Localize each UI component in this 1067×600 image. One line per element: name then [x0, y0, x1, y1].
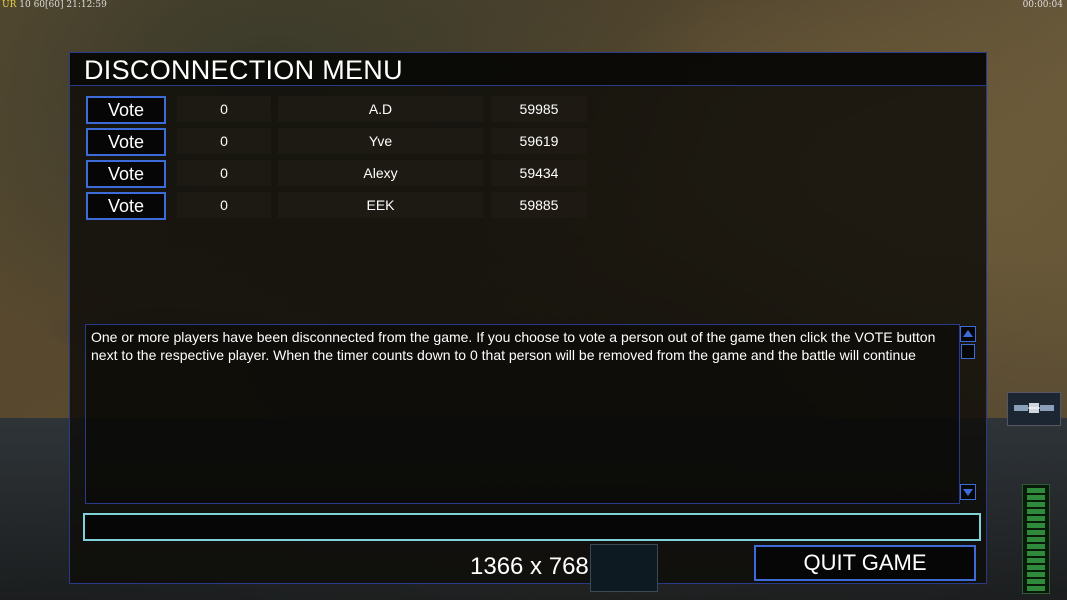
dialog-title: DISCONNECTION MENU — [84, 55, 403, 85]
player-timer: 59885 — [491, 192, 587, 218]
scroll-thumb[interactable] — [961, 344, 975, 359]
scroll-down-icon[interactable] — [960, 484, 976, 500]
player-name: Yve — [278, 128, 483, 154]
hud-prefix: UR — [2, 0, 17, 10]
disconnection-dialog: DISCONNECTION MENU Vote 0 A.D 59985 Vote… — [69, 52, 987, 584]
player-name: Alexy — [278, 160, 483, 186]
quit-game-button[interactable]: QUIT GAME — [754, 545, 976, 581]
hud-top-left: UR 10 60[60] 21:12:59 — [2, 0, 107, 10]
satellite-icon[interactable] — [1007, 392, 1061, 426]
vote-count: 0 — [177, 96, 271, 122]
message-text: One or more players have been disconnect… — [91, 329, 936, 363]
message-box[interactable]: One or more players have been disconnect… — [85, 324, 960, 504]
vote-button[interactable]: Vote — [86, 192, 166, 220]
power-meter — [1022, 484, 1050, 594]
chat-input[interactable] — [83, 513, 981, 541]
hud-game-timer: 00:00:04 — [1022, 0, 1063, 10]
power-level-bar — [1027, 488, 1045, 591]
dialog-title-bar: DISCONNECTION MENU — [70, 53, 986, 86]
vote-count: 0 — [177, 160, 271, 186]
vote-button[interactable]: Vote — [86, 96, 166, 124]
player-timer: 59985 — [491, 96, 587, 122]
hud-stats: 10 60[60] — [19, 0, 64, 10]
player-timer: 59619 — [491, 128, 587, 154]
vote-button[interactable]: Vote — [86, 128, 166, 156]
vote-button[interactable]: Vote — [86, 160, 166, 188]
player-name: EEK — [278, 192, 483, 218]
message-scrollbar[interactable] — [960, 324, 976, 502]
scroll-up-icon[interactable] — [960, 326, 976, 342]
player-name: A.D — [278, 96, 483, 122]
unit-portrait-icon[interactable] — [590, 544, 658, 592]
hud-clock: 21:12:59 — [66, 0, 107, 10]
vote-count: 0 — [177, 128, 271, 154]
player-timer: 59434 — [491, 160, 587, 186]
resolution-overlay: 1366 x 768 — [470, 553, 589, 580]
vote-count: 0 — [177, 192, 271, 218]
